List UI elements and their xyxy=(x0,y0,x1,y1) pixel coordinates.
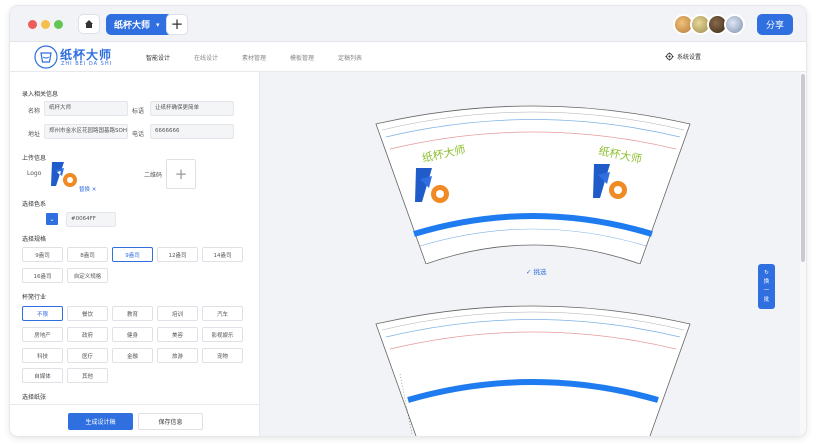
tab-label: 纸杯大师 xyxy=(114,21,151,31)
industry-option[interactable]: 科技 xyxy=(22,348,63,363)
industry-option[interactable]: 其他 xyxy=(67,368,108,383)
collaborator-avatars[interactable] xyxy=(673,14,749,36)
nav-online-design[interactable]: 在线设计 xyxy=(194,53,218,62)
design-preview-canvas: 纸杯大师 纸杯大师 ✓ 挑选 ↻ 换 一 批 xyxy=(260,72,800,436)
spec-option-selected[interactable]: 9盎司 xyxy=(112,247,153,262)
form-action-bar: 生成设计稿 保存信息 xyxy=(10,404,259,436)
refresh-icon: ↻ xyxy=(764,270,769,276)
paper-section-title: 选择纸张 xyxy=(22,394,47,401)
slogan-input[interactable]: 让纸杯确保更简单 xyxy=(150,101,234,116)
app-logo[interactable]: 纸杯大师 ZHI BEI DA SHI xyxy=(34,45,114,70)
uploaded-logo-image xyxy=(51,162,77,187)
qrcode-label: 二维码 xyxy=(144,172,163,179)
spec-option[interactable]: 14盎司 xyxy=(202,247,243,262)
industry-option[interactable]: 健身 xyxy=(112,327,153,342)
avatar[interactable] xyxy=(724,14,745,35)
float-label: 一 xyxy=(763,288,770,294)
generate-design-button[interactable]: 生成设计稿 xyxy=(68,413,133,430)
top-nav: 纸杯大师 ZHI BEI DA SHI 智能设计 在线设计 素材管理 模板管理 … xyxy=(10,42,806,72)
slogan-label: 标语 xyxy=(132,108,145,115)
address-input[interactable]: 郑州市金水区花园路国基路SOHO( xyxy=(44,124,128,139)
color-hex-input[interactable]: #0064FF xyxy=(66,212,116,227)
minimize-window-button[interactable] xyxy=(41,20,50,29)
name-label: 名称 xyxy=(28,108,41,115)
industry-option[interactable]: 汽车 xyxy=(202,306,243,321)
industry-option[interactable]: 政府 xyxy=(67,327,108,342)
spec-option[interactable]: 9盎司 xyxy=(22,247,63,262)
select-design-toggle[interactable]: ✓ 挑选 xyxy=(526,266,547,276)
industry-option[interactable]: 金融 xyxy=(112,348,153,363)
spec-option[interactable]: 16盎司 xyxy=(22,268,63,283)
info-section-title: 录入相关信息 xyxy=(22,91,59,98)
industry-option[interactable]: 影视娱乐 xyxy=(202,327,243,342)
logo-pinyin: ZHI BEI DA SHI xyxy=(61,61,113,67)
system-settings-button[interactable]: 系统设置 xyxy=(665,52,701,61)
nav-asset-management[interactable]: 素材管理 xyxy=(242,53,266,62)
cup-design-preview-1[interactable]: 纸杯大师 纸杯大师 xyxy=(368,94,698,264)
industry-option[interactable]: 旅游 xyxy=(157,348,198,363)
scrollbar-thumb[interactable] xyxy=(801,74,805,262)
industry-option[interactable]: 房地产 xyxy=(22,327,63,342)
plus-icon: + xyxy=(170,15,184,33)
home-icon xyxy=(85,20,93,28)
float-label: 换 xyxy=(763,279,770,285)
nav-template-management[interactable]: 模板管理 xyxy=(290,53,314,62)
cup-design-preview-2[interactable] xyxy=(368,294,698,436)
spec-option[interactable]: 8盎司 xyxy=(67,247,108,262)
nav-final-list[interactable]: 定稿列表 xyxy=(338,53,362,62)
app-window: 纸杯大师 ▾ + 分享 纸杯大师 ZHI BEI DA SHI 智能设计 在线设… xyxy=(10,6,806,436)
color-section-title: 选择色系 xyxy=(22,201,47,208)
spec-section-title: 选择规格 xyxy=(22,236,47,243)
industry-option[interactable]: 培训 xyxy=(157,306,198,321)
qrcode-upload-button[interactable]: + xyxy=(166,159,196,189)
canvas-scrollbar[interactable] xyxy=(800,72,806,436)
industry-option[interactable]: 美容 xyxy=(157,327,198,342)
swap-batch-button[interactable]: ↻ 换 一 批 xyxy=(758,264,775,309)
spec-option-custom[interactable]: 自定义规格 xyxy=(67,268,108,283)
maximize-window-button[interactable] xyxy=(54,20,63,29)
industry-option[interactable]: 餐饮 xyxy=(67,306,108,321)
share-button[interactable]: 分享 xyxy=(757,14,793,35)
save-info-button[interactable]: 保存信息 xyxy=(138,413,203,430)
home-button[interactable] xyxy=(78,14,100,34)
logo-replace-remove[interactable]: 替换 ✕ xyxy=(79,185,96,193)
float-label: 批 xyxy=(763,297,770,303)
add-tab-button[interactable]: + xyxy=(166,14,188,35)
phone-input[interactable]: 6666666 xyxy=(150,124,234,139)
phone-label: 电话 xyxy=(132,131,145,138)
industry-option-selected[interactable]: 不限 xyxy=(22,306,63,321)
cup-logo-icon xyxy=(34,45,58,69)
industry-option[interactable]: 自媒体 xyxy=(22,368,63,383)
system-settings-label: 系统设置 xyxy=(677,54,702,61)
chevron-down-icon: ⌄ xyxy=(49,215,55,223)
color-swatch-picker[interactable]: ⌄ xyxy=(46,213,58,225)
industry-option[interactable]: 医疗 xyxy=(67,348,108,363)
industry-section-title: 杯篼行业 xyxy=(22,294,47,301)
address-label: 地址 xyxy=(28,131,41,138)
industry-option[interactable]: 教育 xyxy=(112,306,153,321)
logo-label: Logo xyxy=(27,170,42,177)
spec-option[interactable]: 12盎司 xyxy=(157,247,198,262)
upload-section-title: 上传信息 xyxy=(22,155,47,162)
nav-smart-design[interactable]: 智能设计 xyxy=(146,53,170,62)
close-window-button[interactable] xyxy=(28,20,37,29)
industry-option[interactable]: 宠物 xyxy=(202,348,243,363)
title-bar: 纸杯大师 ▾ + 分享 xyxy=(10,6,806,42)
left-form-panel: 录入相关信息 名称 纸杯大师 标语 让纸杯确保更简单 地址 郑州市金水区花园路国… xyxy=(10,72,260,436)
name-input[interactable]: 纸杯大师 xyxy=(44,101,128,116)
tab-current-design[interactable]: 纸杯大师 ▾ xyxy=(106,14,172,35)
chevron-down-icon: ▾ xyxy=(156,20,160,29)
gear-icon xyxy=(665,52,674,61)
plus-icon: + xyxy=(174,165,188,183)
